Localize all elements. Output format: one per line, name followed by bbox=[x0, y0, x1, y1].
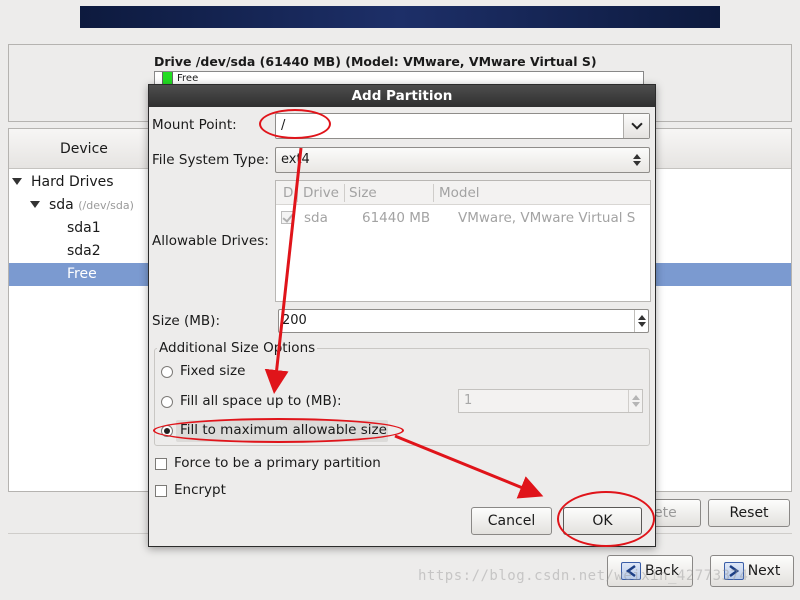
annotation-arrow bbox=[394, 434, 544, 499]
annotation-arrows bbox=[264, 147, 544, 499]
annotation-arrow bbox=[264, 147, 303, 394]
watermark: https://blog.csdn.net/weixin_42773374 bbox=[418, 568, 749, 584]
